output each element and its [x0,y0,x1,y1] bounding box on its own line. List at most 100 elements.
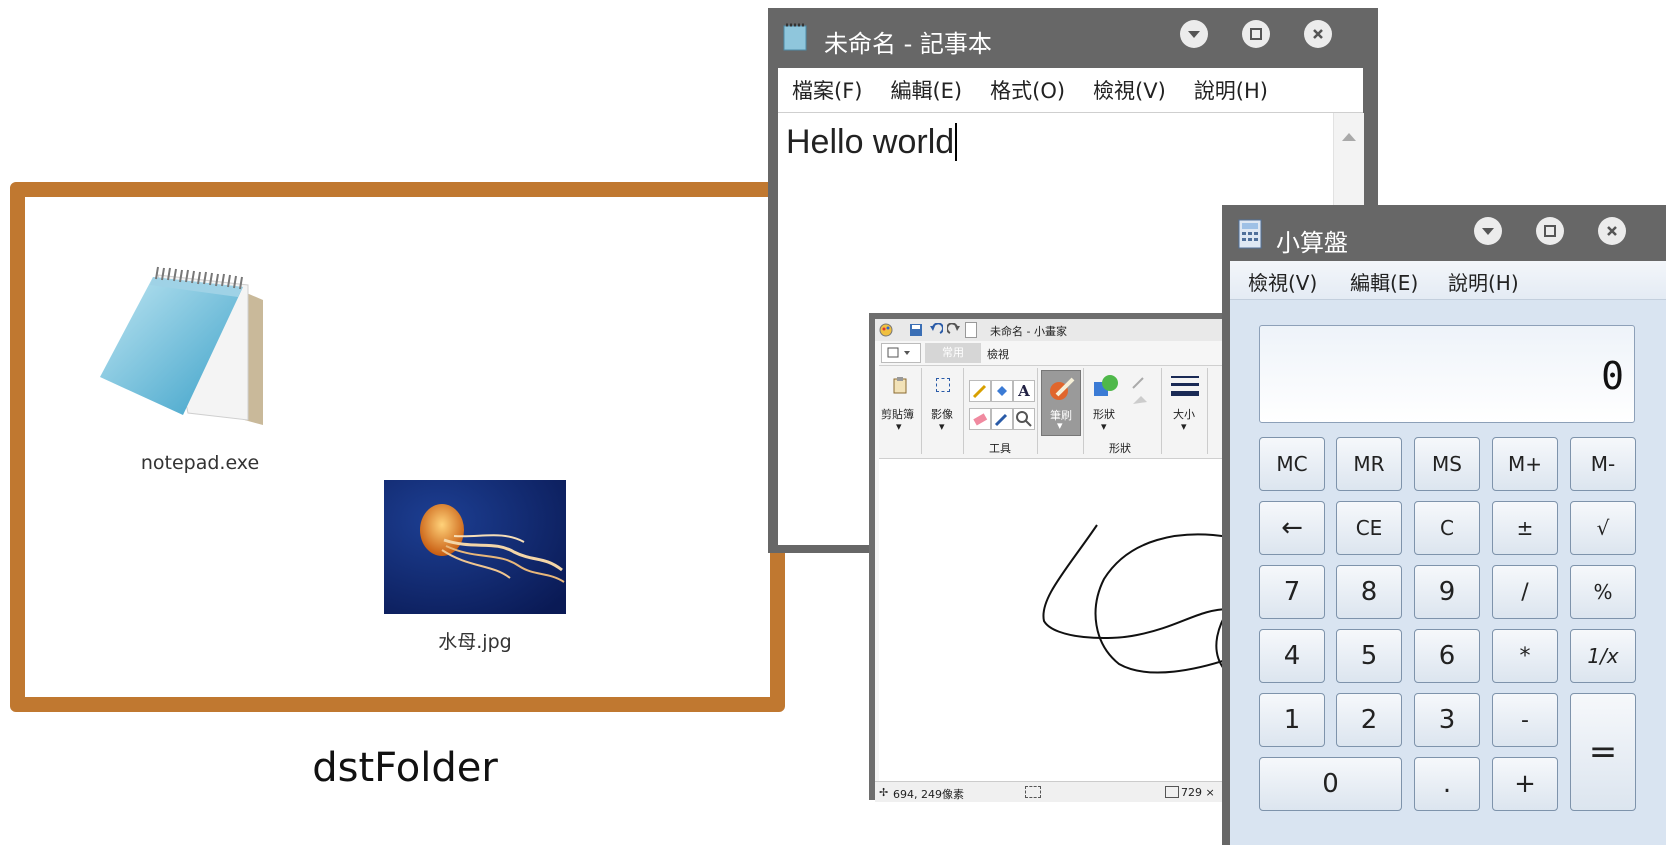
shapes-group: 形狀 ▾ 形狀 [1085,368,1162,455]
paint-tab-home[interactable]: 常用 [925,343,981,363]
calculator-close-button[interactable] [1598,217,1626,245]
key-decimal[interactable]: . [1414,757,1480,811]
key-0[interactable]: 0 [1259,757,1402,811]
paint-file-menu-button[interactable] [881,343,921,363]
notepad-menubar: 檔案(F) 編輯(E) 格式(O) 檢視(V) 說明(H) [778,68,1363,112]
key-add[interactable]: + [1492,757,1558,811]
chevron-down-icon: ▾ [1057,419,1063,432]
notepad-icon [100,266,263,425]
key-7[interactable]: 7 [1259,565,1325,619]
calculator-menu-view[interactable]: 檢視(V) [1248,267,1317,296]
cursor-position-icon: ✢ [879,786,889,799]
canvas-size-icon [1165,786,1179,798]
key-1[interactable]: 1 [1259,693,1325,747]
key-m-plus[interactable]: M+ [1492,437,1558,491]
notepad-title: 未命名 - 記事本 [824,30,992,58]
redo-icon[interactable] [947,323,961,337]
key-subtract[interactable]: - [1492,693,1558,747]
notepad-menu-format[interactable]: 格式(O) [976,75,1079,105]
brush-button[interactable]: 筆刷 ▾ [1041,370,1081,436]
select-icon[interactable] [936,378,950,392]
key-backspace[interactable]: ← [1259,501,1325,555]
key-9[interactable]: 9 [1414,565,1480,619]
scroll-up-icon[interactable] [1334,123,1364,153]
fill-icon[interactable] [991,380,1013,402]
line-size-icon[interactable] [1171,374,1199,400]
notepad-file-icon[interactable] [98,265,273,430]
key-c[interactable]: C [1414,501,1480,555]
undo-icon[interactable] [929,323,943,337]
paint-app-icon [879,323,893,337]
key-percent[interactable]: % [1570,565,1636,619]
notepad-file-label: notepad.exe [140,452,260,474]
paint-title: 未命名 - 小畫家 [990,325,1067,338]
key-reciprocal[interactable]: 1/x [1570,629,1636,683]
display-value: 0 [1601,354,1624,398]
key-sqrt[interactable]: √ [1570,501,1636,555]
paint-canvas[interactable] [879,459,1230,781]
key-ms[interactable]: MS [1414,437,1480,491]
calculator-minimize-button[interactable] [1474,217,1502,245]
key-multiply[interactable]: * [1492,629,1558,683]
key-plus-minus[interactable]: ± [1492,501,1558,555]
quick-access-dropdown[interactable] [965,322,977,338]
notepad-close-button[interactable] [1304,20,1332,48]
key-m-minus[interactable]: M- [1570,437,1636,491]
key-equals[interactable]: = [1570,693,1636,811]
key-mr[interactable]: MR [1336,437,1402,491]
color-picker-icon[interactable] [991,408,1013,430]
paint-tab-view[interactable]: 檢視 [987,346,1009,362]
eraser-icon[interactable] [969,408,991,430]
paint-window: 未命名 - 小畫家 常用 檢視 剪貼簿 ▾ 影像 ▾ A 工具 筆刷 ▾ 形狀 … [869,313,1239,802]
close-icon [1313,29,1323,39]
calculator-maximize-button[interactable] [1536,217,1564,245]
paint-statusbar: ✢ 694, 249像素 729 × [875,781,1239,802]
key-divide[interactable]: / [1492,565,1558,619]
jellyfish-thumbnail [384,480,566,614]
pencil-icon[interactable] [969,380,991,402]
shapes-icon[interactable] [1091,372,1119,400]
paint-ribbon: 剪貼簿 ▾ 影像 ▾ A 工具 筆刷 ▾ 形狀 ▾ 形狀 大小 ▾ [879,365,1239,459]
save-icon[interactable] [909,323,923,337]
key-6[interactable]: 6 [1414,629,1480,683]
key-ce[interactable]: CE [1336,501,1402,555]
key-2[interactable]: 2 [1336,693,1402,747]
calculator-display: 0 [1259,325,1635,423]
brush-group: 筆刷 ▾ [1039,368,1084,454]
chevron-down-icon: ▾ [896,420,902,433]
restore-icon [1544,225,1556,237]
brush-icon [1050,377,1075,400]
chevron-down-icon [1482,228,1494,235]
clipboard-icon[interactable] [892,376,908,394]
jellyfish-file-label: 水母.jpg [438,631,512,653]
magnifier-icon[interactable] [1013,408,1035,430]
calculator-menubar: 檢視(V) 編輯(E) 說明(H) [1230,261,1666,300]
calculator-app-icon [1238,219,1262,249]
outline-fill-icons[interactable] [1129,374,1155,410]
notepad-menu-view[interactable]: 檢視(V) [1079,75,1180,105]
notepad-app-icon [782,22,810,56]
shapes-group-label: 形狀 [1109,442,1131,455]
close-icon [1607,226,1617,236]
key-8[interactable]: 8 [1336,565,1402,619]
clipboard-group: 剪貼簿 ▾ [879,368,922,454]
key-5[interactable]: 5 [1336,629,1402,683]
notepad-menu-edit[interactable]: 編輯(E) [876,75,976,105]
paint-titlebar: 未命名 - 小畫家 [875,319,1239,341]
chevron-down-icon: ▾ [1101,420,1107,433]
notepad-menu-help[interactable]: 說明(H) [1180,75,1282,105]
jellyfish-file-icon[interactable] [384,480,566,614]
calculator-menu-edit[interactable]: 編輯(E) [1350,267,1418,296]
calculator-menu-help[interactable]: 說明(H) [1448,267,1519,296]
key-4[interactable]: 4 [1259,629,1325,683]
restore-icon [1250,28,1262,40]
chevron-down-icon: ▾ [939,420,945,433]
key-3[interactable]: 3 [1414,693,1480,747]
notepad-maximize-button[interactable] [1242,20,1270,48]
calculator-title: 小算盤 [1276,229,1348,257]
notepad-minimize-button[interactable] [1180,20,1208,48]
text-tool-icon[interactable]: A [1013,380,1035,402]
key-mc[interactable]: MC [1259,437,1325,491]
tools-label: 工具 [989,442,1011,455]
notepad-menu-file[interactable]: 檔案(F) [778,75,876,105]
